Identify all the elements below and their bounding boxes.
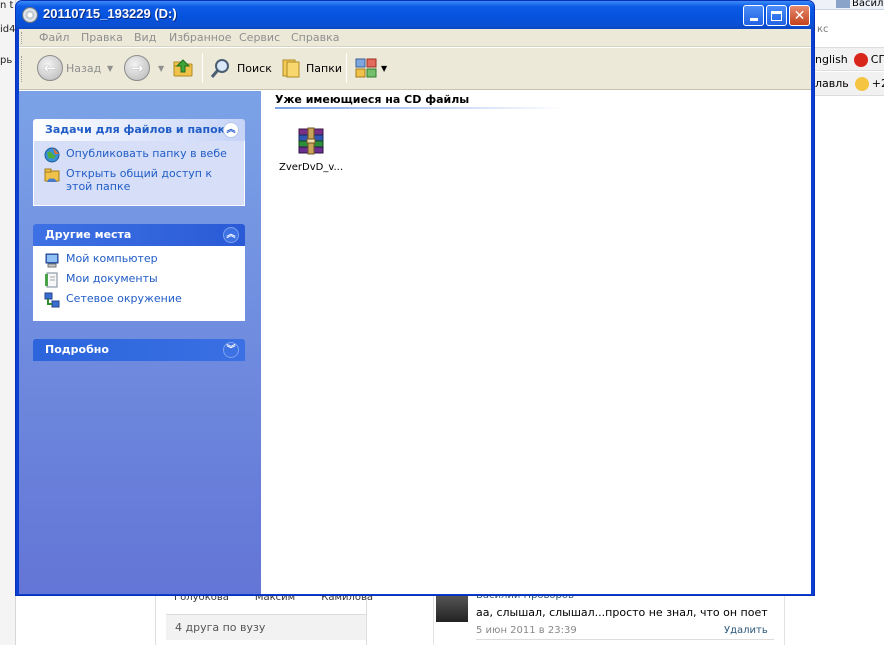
explorer-window: 20110715_193229 (D:) ✕ Файл Правка Вид И… <box>15 0 815 596</box>
forward-dropdown-icon[interactable]: ▼ <box>158 64 164 73</box>
details-header[interactable]: Подробно ︾ <box>33 339 245 361</box>
comment-date: 5 июн 2011 в 23:39 <box>476 625 577 636</box>
task-publish-folder[interactable]: Опубликовать папку в вебе <box>44 147 244 163</box>
other-places-body: Мой компьютер Мои документы Сетевое окру… <box>33 246 245 321</box>
file-tasks-title: Задачи для файлов и папок <box>45 123 226 136</box>
file-tasks-header[interactable]: Задачи для файлов и папок ︽ <box>33 119 245 141</box>
background-toolbar-text[interactable]: лавль <box>815 77 849 90</box>
details-group: Подробно ︾ <box>33 339 245 361</box>
background-left-strip: n t id4 рь <box>0 0 16 645</box>
background-page-bottom: Голубкова Максим Камилова 4 друга по вузу … <box>155 590 785 645</box>
background-left-fragment: n t <box>0 0 14 11</box>
maximize-icon <box>771 10 782 21</box>
friends-block: Голубкова Максим Камилова 4 друга по вузу <box>155 592 373 645</box>
menu-file[interactable]: Файл <box>39 31 69 44</box>
place-label: Сетевое окружение <box>66 292 182 305</box>
collapse-icon[interactable]: ︽ <box>223 227 239 243</box>
friends-count[interactable]: 4 друга по вузу <box>166 614 366 640</box>
background-right-strip: Василий кс nglish СПС лавль +25 <box>815 0 884 645</box>
place-label: Мои документы <box>66 272 158 285</box>
background-toolbar-text[interactable]: nglish <box>815 53 848 66</box>
task-share-folder[interactable]: Открыть общий доступ к этой папке <box>44 167 244 193</box>
divider <box>476 639 774 640</box>
folders-label[interactable]: Папки <box>306 62 342 75</box>
views-icon[interactable] <box>355 57 379 79</box>
search-icon[interactable] <box>210 57 232 79</box>
file-item[interactable]: ZverDvD_v... <box>275 125 347 185</box>
background-left-fragment: рь <box>0 55 13 66</box>
window-client-area: Файл Правка Вид Избранное Сервис Справка… <box>19 29 811 594</box>
comment-text: аа, слышал, слышал...просто не знал, что… <box>476 606 768 619</box>
views-dropdown-icon[interactable]: ▼ <box>381 64 387 73</box>
back-label[interactable]: Назад <box>66 62 101 75</box>
sps-icon <box>853 53 868 67</box>
toolbar: ← Назад ▼ → ▼ Поиск Папки ▼ <box>19 48 811 90</box>
forward-button[interactable]: → <box>124 55 150 81</box>
file-list-area[interactable]: Уже имеющиеся на CD файлы ZverDvD_v... <box>261 91 811 594</box>
task-pane: Задачи для файлов и папок ︽ Опубликовать… <box>19 91 261 594</box>
expand-icon[interactable]: ︾ <box>223 342 239 358</box>
background-search-fragment: кс <box>817 24 829 35</box>
collapse-icon[interactable]: ︽ <box>223 122 239 138</box>
user-icon <box>836 0 850 8</box>
menu-bar: Файл Правка Вид Избранное Сервис Справка <box>19 29 811 47</box>
title-bar[interactable]: 20110715_193229 (D:) ✕ <box>16 1 814 29</box>
background-toolbar-row: nglish СПС <box>815 47 884 71</box>
folders-icon[interactable] <box>280 57 302 79</box>
minimize-button[interactable] <box>743 5 764 26</box>
toolbar-separator <box>202 53 203 83</box>
globe-icon <box>44 147 60 163</box>
toolbar-separator <box>346 53 347 83</box>
menu-favorites[interactable]: Избранное <box>169 31 231 44</box>
share-folder-icon <box>44 168 60 182</box>
background-toolbar-text[interactable]: СПС <box>871 53 884 66</box>
section-divider <box>275 107 565 109</box>
task-label: Открыть общий доступ к этой папке <box>66 167 213 193</box>
menu-tools[interactable]: Сервис <box>239 31 280 44</box>
other-places-group: Другие места ︽ Мой компьютер Мои докумен… <box>33 224 245 321</box>
menu-view[interactable]: Вид <box>134 31 156 44</box>
other-places-header[interactable]: Другие места ︽ <box>33 224 245 246</box>
background-toolbar-text[interactable]: +25 <box>872 77 884 90</box>
close-icon: ✕ <box>793 7 806 24</box>
window-title: 20110715_193229 (D:) <box>43 6 177 21</box>
details-title: Подробно <box>45 343 109 356</box>
background-toolbar-row: лавль +25 <box>815 72 884 96</box>
back-button[interactable]: ← <box>37 55 63 81</box>
file-name: ZverDvD_v... <box>278 162 344 173</box>
search-label[interactable]: Поиск <box>237 62 272 75</box>
comment-block: Василий Проворов аа, слышал, слышал...пр… <box>433 590 785 645</box>
menu-edit[interactable]: Правка <box>81 31 123 44</box>
folder-up-icon[interactable] <box>172 57 194 79</box>
place-my-computer[interactable]: Мой компьютер <box>44 252 244 268</box>
cd-drive-icon <box>22 7 38 23</box>
file-tasks-body: Опубликовать папку в вебе Открыть общий … <box>33 141 245 206</box>
menu-grip[interactable] <box>21 32 24 44</box>
task-label: Опубликовать папку в вебе <box>66 147 227 160</box>
background-right-header: Василий <box>815 0 884 10</box>
maximize-button[interactable] <box>766 5 787 26</box>
computer-icon <box>45 253 59 268</box>
file-tasks-group: Задачи для файлов и папок ︽ Опубликовать… <box>33 119 245 206</box>
background-user-name[interactable]: Василий <box>852 0 884 9</box>
forward-arrow-icon: → <box>130 59 144 77</box>
background-left-fragment: id4 <box>0 24 16 35</box>
minimize-icon <box>749 18 758 21</box>
close-button[interactable]: ✕ <box>789 5 810 26</box>
winrar-archive-icon <box>298 127 324 155</box>
comment-delete-link[interactable]: Удалить <box>724 625 768 636</box>
toolbar-grip[interactable] <box>21 56 24 82</box>
weather-icon <box>854 77 869 91</box>
back-arrow-icon: ← <box>43 59 57 77</box>
place-label: Мой компьютер <box>66 252 158 265</box>
place-my-documents[interactable]: Мои документы <box>44 272 244 288</box>
place-network[interactable]: Сетевое окружение <box>44 292 244 308</box>
other-places-title: Другие места <box>45 228 132 241</box>
documents-icon <box>45 272 58 288</box>
section-header: Уже имеющиеся на CD файлы <box>275 93 470 106</box>
menu-help[interactable]: Справка <box>291 31 339 44</box>
avatar[interactable] <box>436 596 468 622</box>
back-dropdown-icon[interactable]: ▼ <box>107 64 113 73</box>
network-icon <box>44 292 60 308</box>
